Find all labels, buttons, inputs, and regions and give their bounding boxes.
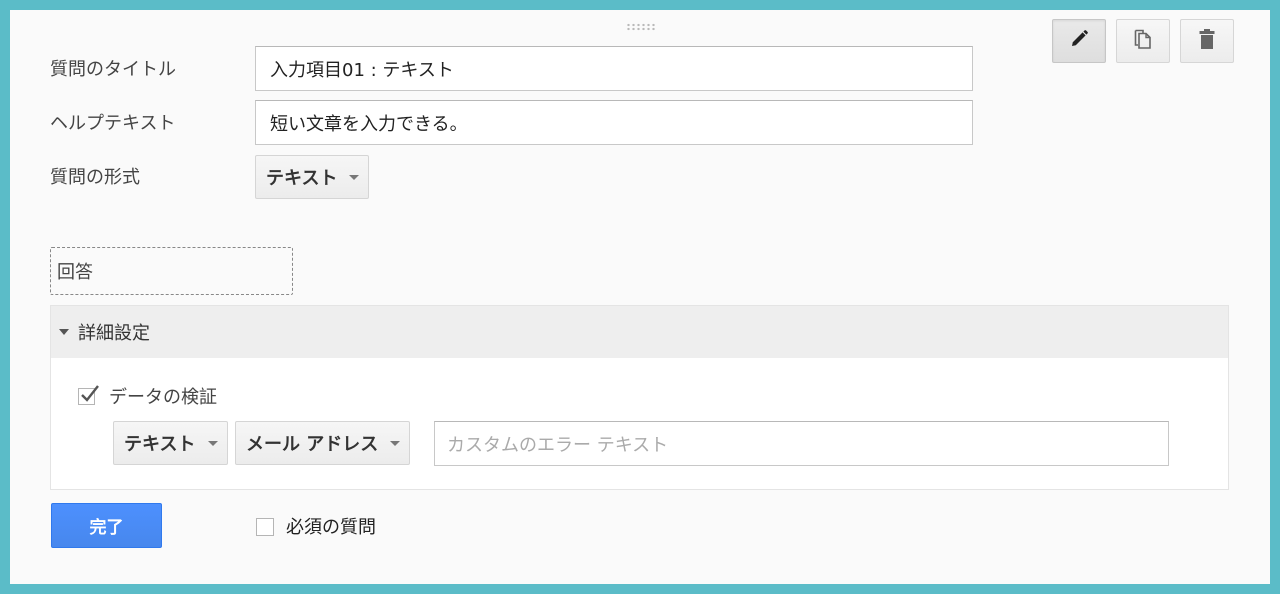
edit-button[interactable] — [1052, 19, 1106, 63]
question-editor: 質問のタイトル 入力項目01 : テキスト ヘルプテキスト 短い文章を入力できる… — [10, 10, 1270, 584]
done-button[interactable]: 完了 — [51, 503, 162, 548]
pencil-icon — [1069, 29, 1089, 53]
done-button-label: 完了 — [89, 518, 124, 538]
triangle-down-icon — [59, 329, 69, 335]
validation-rule-type-value: テキスト — [124, 434, 196, 455]
question-type-dropdown[interactable]: テキスト — [255, 155, 369, 199]
question-type-label: 質問の形式 — [50, 167, 140, 188]
help-text-label: ヘルプテキスト — [50, 113, 176, 134]
validation-rule-subtype-value: メール アドレス — [246, 434, 379, 455]
duplicate-button[interactable] — [1116, 19, 1170, 63]
question-type-value: テキスト — [266, 168, 338, 189]
trash-icon — [1198, 28, 1216, 54]
answer-preview[interactable]: 回答 — [50, 247, 293, 295]
chevron-down-icon — [390, 441, 400, 446]
custom-error-placeholder: カスタムのエラー テキスト — [447, 434, 669, 456]
advanced-settings-title: 詳細設定 — [78, 323, 150, 344]
required-question-label: 必須の質問 — [286, 517, 376, 538]
required-question-checkbox[interactable] — [256, 518, 274, 536]
chevron-down-icon — [349, 175, 359, 180]
question-title-input[interactable]: 入力項目01 : テキスト — [255, 46, 973, 91]
question-title-label: 質問のタイトル — [50, 59, 176, 80]
chevron-down-icon — [208, 441, 218, 446]
checkmark-icon — [81, 385, 99, 402]
answer-label: 回答 — [57, 262, 93, 283]
validation-rule-subtype-dropdown[interactable]: メール アドレス — [235, 421, 410, 465]
custom-error-text-input[interactable]: カスタムのエラー テキスト — [434, 421, 1169, 466]
validation-checkbox[interactable] — [78, 385, 99, 405]
advanced-settings-header[interactable]: 詳細設定 — [50, 305, 1229, 358]
drag-handle-icon[interactable] — [626, 23, 656, 31]
help-text-input[interactable]: 短い文章を入力できる。 — [255, 100, 973, 145]
validation-rule-type-dropdown[interactable]: テキスト — [113, 421, 228, 465]
delete-button[interactable] — [1180, 19, 1234, 63]
duplicate-icon — [1133, 28, 1153, 54]
validation-label: データの検証 — [109, 387, 217, 408]
